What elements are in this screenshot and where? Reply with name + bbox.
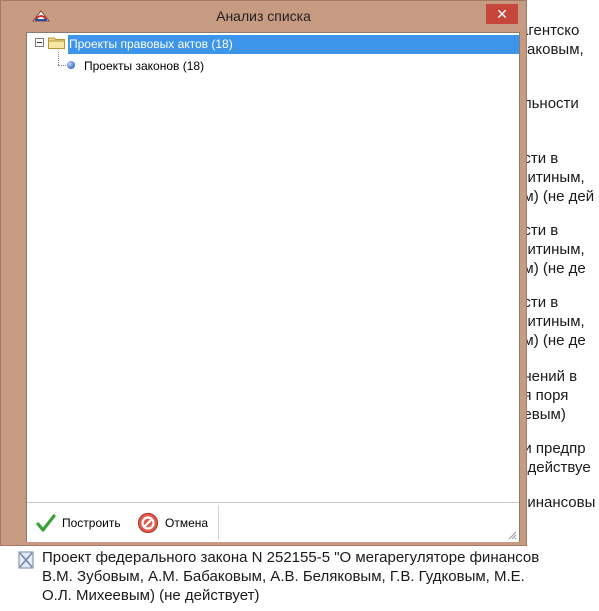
footer-divider <box>218 505 219 540</box>
list-analysis-dialog: Анализ списка ✕ Проекты правовых актов (… <box>0 0 527 546</box>
tree-connector <box>58 52 59 65</box>
tree-item-root[interactable]: Проекты правовых актов (18) <box>68 35 519 54</box>
titlebar[interactable]: Анализ списка ✕ <box>1 1 526 31</box>
tree-connector <box>58 65 66 66</box>
document-entry[interactable]: Проект федерального закона N 252155-5 "О… <box>42 548 599 605</box>
build-button[interactable]: Построить <box>36 503 131 542</box>
cancel-button[interactable]: Отмена <box>137 503 219 542</box>
collapse-toggle-icon[interactable] <box>35 38 44 47</box>
build-button-label: Построить <box>62 515 121 530</box>
document-title-line[interactable]: Проект федерального закона N 252155-5 "О… <box>42 548 599 567</box>
bullet-icon <box>67 61 75 69</box>
analysis-tree: Проекты правовых актов (18) Проекты зако… <box>27 33 519 501</box>
document-title-line: В.М. Зубовым, А.М. Бабаковым, А.В. Беляк… <box>42 568 525 585</box>
dialog-title: Анализ списка <box>216 8 311 24</box>
resize-grip-icon[interactable] <box>507 530 517 540</box>
document-invalid-icon[interactable] <box>18 551 34 569</box>
dialog-footer: Построить Отмена <box>27 502 519 542</box>
tree-item-child[interactable]: Проекты законов (18) <box>84 57 204 76</box>
document-title-line: О.Л. Михеевым) (не действует) <box>42 587 260 604</box>
checkmark-icon <box>36 513 56 532</box>
close-button[interactable]: ✕ <box>486 4 518 24</box>
cancel-icon <box>137 512 159 533</box>
dialog-content: Проекты правовых актов (18) Проекты зако… <box>26 32 520 542</box>
folder-icon <box>48 37 65 49</box>
cancel-button-label: Отмена <box>165 515 209 530</box>
doc-text-fragment[interactable]: финансовы <box>515 494 595 512</box>
